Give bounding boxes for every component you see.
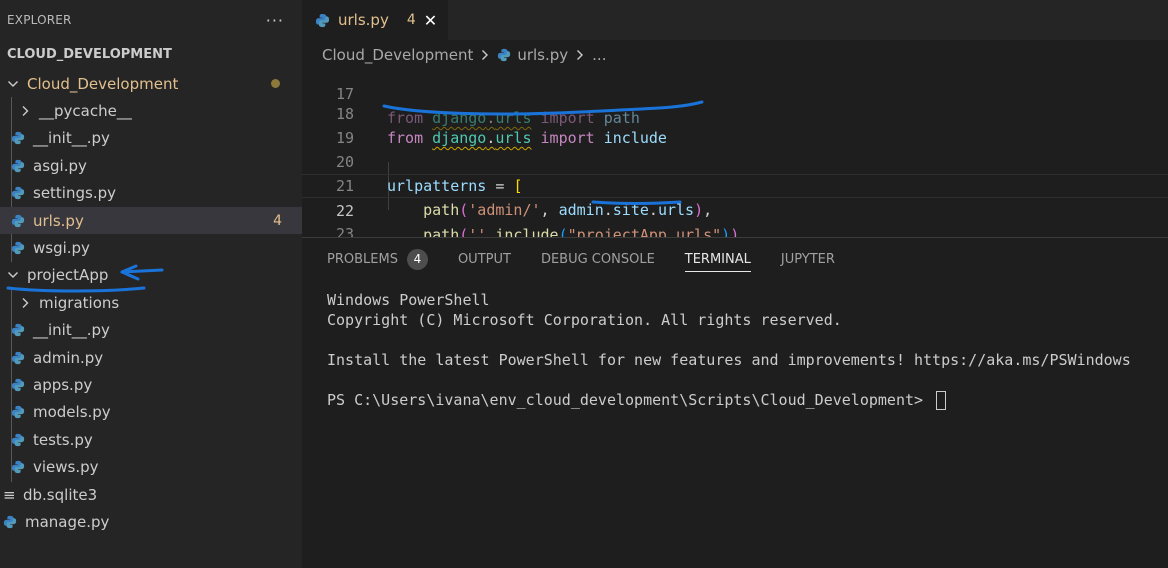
bottom-panel: PROBLEMS 4 OUTPUT DEBUG CONSOLE TERMINAL…	[302, 237, 1168, 568]
tree-item-label: __init__.py	[33, 129, 110, 148]
tree-item-label: wsgi.py	[33, 238, 90, 257]
tree-item-label: apps.py	[33, 375, 93, 394]
explorer-title: EXPLORER	[7, 13, 72, 27]
problem-count-badge: 4	[273, 212, 282, 229]
python-file-icon	[11, 132, 25, 145]
python-file-icon	[11, 159, 25, 172]
tab-label: TERMINAL	[684, 251, 751, 267]
python-file-icon	[498, 48, 511, 62]
tab-label: PROBLEMS	[327, 251, 398, 267]
explorer-header: EXPLORER ···	[0, 0, 302, 40]
tab-urls-py[interactable]: urls.py 4 ✕	[302, 0, 448, 40]
python-file-icon	[11, 351, 25, 364]
tree-item-settings-py[interactable]: settings.py	[0, 180, 302, 207]
terminal-line: Windows PowerShell	[327, 291, 490, 309]
problems-count-badge: 4	[406, 248, 428, 270]
tree-item-urls-py[interactable]: urls.py 4	[0, 207, 302, 234]
terminal-output[interactable]: Windows PowerShell Copyright (C) Microso…	[327, 290, 1131, 410]
tree-item-label: admin.py	[33, 348, 104, 367]
python-file-icon	[11, 460, 25, 474]
code-line: 24	[302, 222, 1168, 237]
tree-item-tests-py[interactable]: tests.py	[0, 426, 302, 453]
tree-item-label: settings.py	[33, 184, 116, 203]
pen-underline-import	[382, 100, 704, 116]
tree-item-label: urls.py	[33, 211, 84, 230]
pen-arrow-projectapp	[6, 264, 164, 293]
modified-dot-icon	[271, 79, 280, 88]
tree-item-wsgi-py[interactable]: wsgi.py	[0, 234, 302, 261]
tab-label: OUTPUT	[457, 251, 511, 267]
python-file-icon	[11, 323, 25, 337]
code-line: 23 ]	[302, 198, 1168, 237]
code-line-current: 22 path('',include("projectApp.urls")),	[302, 174, 1168, 237]
more-actions-icon[interactable]: ···	[266, 11, 284, 30]
database-file-icon: ≡	[3, 485, 16, 504]
terminal-line: Copyright (C) Microsoft Corporation. All…	[327, 311, 842, 329]
tree-item-asgi-py[interactable]: asgi.py	[0, 152, 302, 179]
tab-label: DEBUG CONSOLE	[540, 251, 655, 267]
tree-item-label: manage.py	[25, 512, 110, 531]
python-file-icon	[11, 378, 25, 392]
close-icon[interactable]: ✕	[424, 11, 437, 30]
terminal-prompt: PS C:\Users\ivana\env_cloud_development\…	[327, 391, 933, 409]
tree-item-models-py[interactable]: models.py	[0, 399, 302, 426]
tab-bar: urls.py 4 ✕	[302, 0, 1168, 40]
tree-item-label: models.py	[33, 403, 111, 422]
pen-underline-projectapp-urls	[591, 200, 682, 205]
tree-item-apps-py[interactable]: apps.py	[0, 371, 302, 398]
chevron-right-icon	[577, 50, 584, 60]
python-file-icon	[11, 406, 25, 419]
tab-problem-count: 4	[406, 12, 416, 28]
tree-item-label: asgi.py	[33, 156, 87, 175]
python-file-icon	[315, 13, 330, 27]
tree-item-init-py[interactable]: __init__.py	[0, 125, 302, 152]
panel-tab-bar: PROBLEMS 4 OUTPUT DEBUG CONSOLE TERMINAL…	[302, 238, 1168, 280]
python-file-icon	[11, 214, 25, 227]
python-file-icon	[3, 515, 17, 529]
tree-item-views-py[interactable]: views.py	[0, 454, 302, 481]
tree-item-admin-py[interactable]: admin.py	[0, 344, 302, 371]
tab-label: JUPYTER	[780, 251, 835, 267]
tree-item-cloud-development[interactable]: Cloud_Development	[0, 70, 302, 97]
tree-item-label: db.sqlite3	[23, 485, 98, 504]
tree-item-label: __pycache__	[39, 101, 132, 120]
chevron-right-icon[interactable]	[19, 105, 31, 117]
tree-item-label: migrations	[39, 293, 120, 312]
tree-item-label: tests.py	[33, 430, 93, 449]
tree-item-manage-py[interactable]: manage.py	[0, 508, 302, 535]
workspace-root[interactable]: CLOUD_DEVELOPMENT	[0, 40, 302, 68]
python-file-icon	[11, 241, 25, 255]
terminal-cursor	[936, 391, 947, 410]
breadcrumb-more[interactable]: ...	[592, 46, 606, 64]
tree-item-label: Cloud_Development	[27, 74, 179, 93]
tree-item-db-sqlite3[interactable]: ≡ db.sqlite3	[0, 481, 302, 508]
tree-item-label: __init__.py	[33, 321, 110, 340]
breadcrumb-folder[interactable]: Cloud_Development	[322, 46, 473, 64]
breadcrumb: Cloud_Development urls.py ...	[302, 40, 1168, 70]
tab-terminal[interactable]: TERMINAL	[684, 238, 752, 280]
chevron-right-icon	[482, 50, 489, 60]
code-line: 20 urlpatterns = [	[302, 126, 1168, 195]
tree-item-label: views.py	[33, 458, 99, 477]
tab-output[interactable]: OUTPUT	[458, 238, 511, 280]
tree-item-pycache[interactable]: __pycache__	[0, 97, 302, 124]
code-line: 21 path('admin/', admin.site.urls),	[302, 150, 1168, 219]
tab-label: urls.py	[338, 11, 389, 29]
python-file-icon	[11, 433, 25, 446]
python-file-icon	[11, 186, 25, 200]
chevron-right-icon[interactable]	[19, 297, 31, 309]
terminal-prompt-line[interactable]: PS C:\Users\ivana\env_cloud_development\…	[327, 390, 1131, 410]
tab-jupyter[interactable]: JUPYTER	[781, 238, 835, 280]
tab-debug-console[interactable]: DEBUG CONSOLE	[541, 238, 655, 280]
breadcrumb-file[interactable]: urls.py	[517, 46, 568, 64]
chevron-down-icon[interactable]	[7, 78, 19, 90]
tab-problems[interactable]: PROBLEMS 4	[327, 238, 428, 280]
terminal-line: Install the latest PowerShell for new fe…	[327, 351, 1131, 369]
tree-item-init-py[interactable]: __init__.py	[0, 317, 302, 344]
